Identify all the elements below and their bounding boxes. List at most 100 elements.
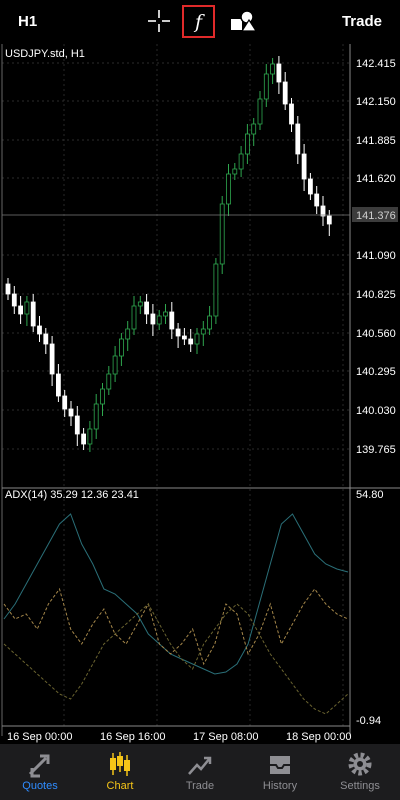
time-tick: 17 Sep 08:00 [193, 731, 258, 743]
candle-body [37, 325, 42, 335]
candle-body [30, 301, 36, 327]
candle-body [49, 343, 55, 375]
adx-label: ADX(14) 35.29 12.36 23.41 [5, 489, 139, 501]
adx-line [3, 513, 349, 675]
nav-history[interactable]: History [240, 744, 320, 800]
adx-scale-min: -0.94 [356, 715, 381, 727]
nav-label: Settings [340, 780, 380, 792]
candle-body [163, 311, 168, 317]
candle-body [56, 373, 61, 397]
chart-area[interactable]: USDJPY.std, H1 142.415 142.150 141.885 1… [0, 44, 400, 744]
candle-body [251, 123, 257, 135]
candle-body [244, 133, 250, 155]
nav-label: Trade [185, 780, 215, 792]
candle-body [81, 433, 86, 445]
candle-body [93, 403, 99, 430]
nav-trade[interactable]: Trade [160, 744, 240, 800]
candle-body [314, 193, 320, 207]
candle-body [175, 328, 181, 337]
top-toolbar: H1 f Trade [0, 0, 400, 44]
candle-body [5, 283, 11, 295]
symbol-label: USDJPY.std, H1 [5, 48, 85, 60]
nav-settings[interactable]: Settings [320, 744, 400, 800]
settings-gear-icon [348, 752, 372, 776]
candle-body [295, 123, 301, 155]
candle-body [232, 168, 238, 175]
candle-body [194, 333, 200, 345]
candle-body [307, 178, 313, 195]
price-tick: 140.030 [356, 405, 396, 417]
candle-body [18, 305, 24, 315]
adx-indicator-lines [3, 513, 349, 715]
candle-body [276, 63, 282, 83]
time-tick: 16 Sep 16:00 [100, 731, 165, 743]
candle-body [257, 98, 263, 125]
adx-line [3, 603, 349, 715]
svg-text:f: f [193, 11, 205, 33]
candle-body [68, 408, 74, 417]
price-tick: 141.620 [356, 173, 396, 185]
price-tick: 140.825 [356, 289, 396, 301]
price-tick: 142.415 [356, 58, 396, 70]
candle-body [270, 63, 276, 75]
nav-label: Quotes [22, 780, 58, 792]
trade-trend-icon [188, 756, 212, 775]
candle-body [112, 355, 118, 375]
price-tick: 140.295 [356, 366, 396, 378]
candle-body [289, 103, 294, 125]
candle-body [320, 205, 326, 217]
candle-body [11, 293, 17, 307]
candle-body [24, 301, 30, 315]
candle-body [169, 311, 175, 330]
current-price-label: 141.376 [356, 210, 396, 222]
candle-body [282, 81, 288, 105]
candle-body [131, 305, 137, 330]
candle-body [62, 395, 68, 410]
candle-body [226, 173, 231, 205]
objects-shapes-icon[interactable] [228, 6, 258, 36]
candle-body [213, 263, 219, 317]
candle-body [144, 301, 150, 315]
trade-link[interactable]: Trade [342, 13, 382, 30]
candle-body [106, 373, 112, 390]
candle-body [43, 333, 49, 345]
quotes-arrows-icon [28, 754, 50, 778]
time-tick: 16 Sep 00:00 [7, 731, 72, 743]
nav-chart[interactable]: Chart [80, 744, 160, 800]
candle-body [156, 315, 162, 325]
bottom-navigation: Quotes Chart Trade History Settings [0, 744, 400, 800]
nav-label: History [262, 780, 298, 792]
candle-body [119, 338, 124, 357]
time-tick: 18 Sep 00:00 [286, 731, 351, 743]
candle-body [87, 428, 93, 445]
candle-body [200, 328, 206, 335]
adx-line [3, 587, 349, 666]
candle-body [125, 328, 131, 340]
candle-body [150, 313, 156, 325]
nav-label: Chart [106, 780, 134, 792]
price-tick: 141.090 [356, 250, 396, 262]
candle-body [263, 73, 269, 100]
candle-body [238, 153, 244, 170]
candle-body [326, 215, 332, 225]
candlestick-series [5, 56, 332, 452]
candle-body [219, 203, 225, 265]
candle-body [100, 388, 105, 405]
crosshair-icon[interactable] [144, 6, 174, 36]
candle-body [188, 338, 194, 345]
candle-body [137, 301, 143, 307]
candle-body [207, 315, 213, 330]
candle-body [301, 153, 307, 180]
price-tick: 140.560 [356, 328, 396, 340]
indicator-function-icon[interactable]: f [182, 5, 215, 38]
adx-scale-max: 54.80 [356, 489, 384, 501]
timeframe-button[interactable]: H1 [18, 13, 37, 30]
price-tick: 139.765 [356, 444, 396, 456]
candle-body [74, 415, 80, 435]
candle-body [181, 335, 187, 340]
candlestick-chart-icon [110, 752, 130, 776]
nav-quotes[interactable]: Quotes [0, 744, 80, 800]
price-tick: 142.150 [356, 96, 396, 108]
price-tick: 141.885 [356, 135, 396, 147]
history-inbox-icon [270, 756, 290, 774]
